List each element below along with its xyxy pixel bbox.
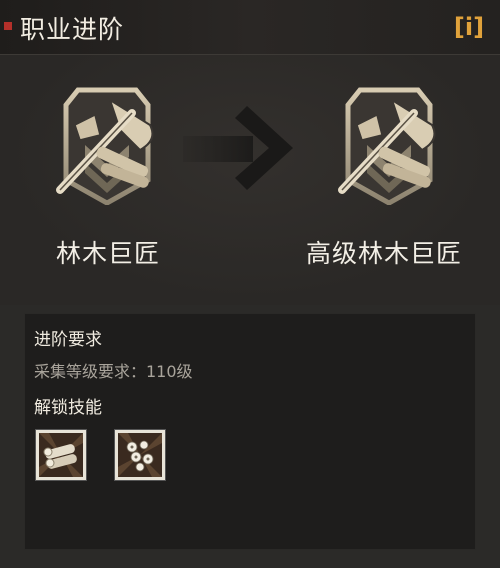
info-button[interactable]: [i] [451, 12, 487, 42]
right-arrow-icon [183, 98, 315, 198]
title-bullet-icon [4, 22, 12, 30]
gathering-level-requirement: 采集等级要求：110级 [34, 362, 193, 381]
unlock-skills-title: 解锁技能 [34, 398, 102, 418]
from-profession-name: 林木巨匠 [56, 239, 161, 268]
page-title: 职业进阶 [20, 15, 125, 44]
skill-slot[interactable] [115, 430, 165, 480]
skill-slot[interactable] [36, 430, 86, 480]
from-profession-badge-icon [40, 85, 175, 206]
flowers-skill-icon [118, 433, 162, 477]
info-icon: i [464, 13, 474, 41]
requirements-title: 进阶要求 [34, 330, 102, 350]
logs-skill-icon [39, 433, 83, 477]
to-profession-badge-icon [322, 85, 457, 206]
to-profession-name: 高级林木巨匠 [306, 239, 463, 268]
title-bar: 职业进阶 [i] [0, 0, 500, 55]
